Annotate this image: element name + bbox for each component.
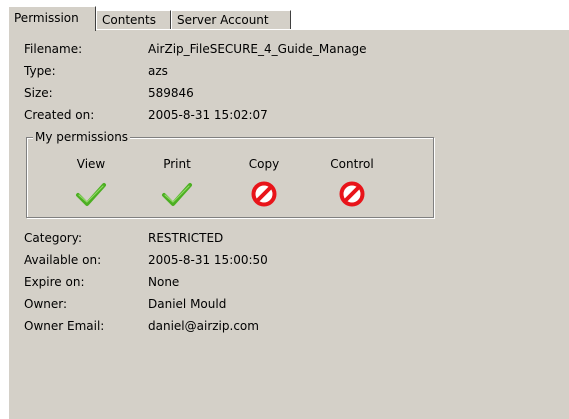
category-label: Category:: [24, 231, 82, 245]
my-permissions-group: My permissions View Print Copy Control: [26, 130, 434, 218]
tab-contents[interactable]: Contents: [96, 10, 171, 29]
checkmark-icon: [162, 183, 192, 206]
prohibited-icon: [251, 181, 277, 207]
permission-view-label: View: [76, 157, 106, 171]
permission-control: Control: [320, 156, 384, 216]
owner-email-label: Owner Email:: [24, 319, 105, 333]
tab-server-account[interactable]: Server Account: [171, 10, 291, 29]
permission-copy-label: Copy: [248, 157, 280, 171]
checkmark-icon: [76, 183, 106, 206]
owner-value: Daniel Mould: [148, 297, 227, 311]
owner-email-value: daniel@airzip.com: [148, 319, 259, 333]
available-on-value: 2005-8-31 15:00:50: [148, 253, 268, 267]
created-on-value: 2005-8-31 15:02:07: [148, 108, 268, 122]
permission-control-label: Control: [330, 157, 374, 171]
permission-print: Print: [145, 156, 209, 216]
tab-permission[interactable]: Permission: [8, 6, 96, 31]
category-value: RESTRICTED: [148, 231, 224, 245]
permission-print-label: Print: [163, 157, 191, 171]
created-on-label: Created on:: [24, 108, 95, 122]
size-value: 589846: [148, 86, 194, 100]
owner-label: Owner:: [24, 297, 68, 311]
type-label: Type:: [24, 64, 56, 78]
type-value: azs: [148, 64, 168, 78]
permission-panel: Filename: AirZip_FileSECURE_4_Guide_Mana…: [8, 29, 569, 419]
filename-label: Filename:: [24, 42, 83, 56]
my-permissions-title: My permissions: [33, 130, 131, 145]
available-on-label: Available on:: [24, 253, 102, 267]
permission-copy: Copy: [232, 156, 296, 216]
prohibited-icon: [339, 181, 365, 207]
filename-value: AirZip_FileSECURE_4_Guide_Manage: [148, 42, 367, 56]
expire-on-value: None: [148, 275, 180, 289]
expire-on-label: Expire on:: [24, 275, 85, 289]
permission-view: View: [59, 156, 123, 216]
tab-strip: Contents Server Account Permission: [8, 6, 569, 31]
permission-dialog: Contents Server Account Permission Filen…: [8, 4, 569, 419]
size-label: Size:: [24, 86, 53, 100]
